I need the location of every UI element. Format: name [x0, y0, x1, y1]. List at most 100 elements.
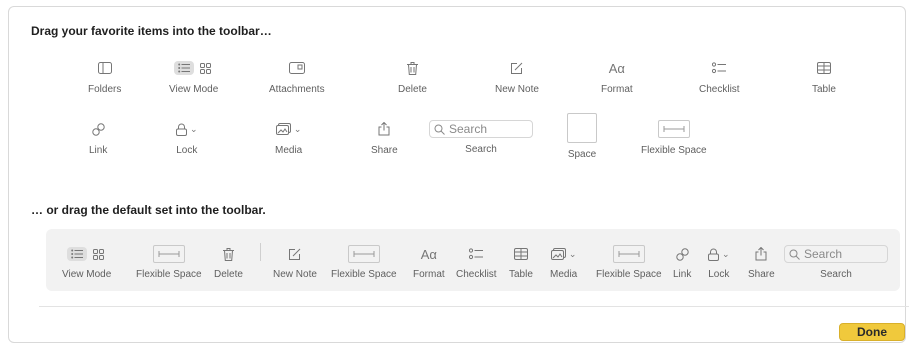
palette-attachments[interactable]: Attachments: [269, 59, 325, 95]
default-flexible-space-1-label: Flexible Space: [136, 269, 202, 280]
default-delete-label: Delete: [214, 269, 243, 280]
default-new-note: New Note: [273, 245, 317, 280]
photo-icon: [275, 123, 291, 135]
palette-flexible-space-label: Flexible Space: [641, 145, 707, 156]
palette-delete-label: Delete: [398, 84, 427, 95]
palette-format[interactable]: Aα Format: [601, 59, 633, 96]
palette-new-note[interactable]: New Note: [495, 59, 539, 95]
default-link-label: Link: [673, 269, 692, 280]
default-table-label: Table: [509, 269, 533, 280]
footer-divider: [39, 306, 909, 307]
palette-folders-label: Folders: [88, 84, 122, 95]
palette-search-label: Search: [465, 144, 497, 155]
default-format: Aα Format: [413, 245, 445, 281]
palette-folders[interactable]: Folders: [88, 59, 121, 95]
default-checklist-label: Checklist: [456, 269, 497, 280]
checklist-icon: [712, 59, 727, 77]
palette-flexible-space[interactable]: Flexible Space: [641, 120, 707, 156]
flexible-space-icon: [657, 120, 690, 138]
chevron-down-icon: ⌄: [568, 248, 577, 259]
palette-view-mode[interactable]: View Mode: [169, 59, 218, 95]
default-flexible-space-3: Flexible Space: [596, 245, 662, 280]
palette-table-label: Table: [812, 84, 836, 95]
done-button[interactable]: Done: [839, 323, 905, 341]
default-link: Link: [673, 245, 691, 280]
default-flexible-space-2: Flexible Space: [331, 245, 397, 280]
flexible-space-icon: [347, 245, 380, 263]
compose-icon: [288, 245, 301, 263]
gallery-view-icon: [197, 61, 214, 76]
palette-view-mode-label: View Mode: [169, 84, 219, 95]
default-toolbar-set[interactable]: View Mode Flexible Space Delete New Note: [46, 229, 900, 291]
default-search-label: Search: [820, 269, 852, 280]
chevron-down-icon: ⌄: [190, 123, 198, 134]
palette-checklist[interactable]: Checklist: [699, 59, 740, 95]
search-field-preview: Search: [429, 120, 533, 138]
palette-search[interactable]: Search Search: [429, 120, 533, 155]
palette-attachments-label: Attachments: [269, 84, 325, 95]
palette-share-label: Share: [371, 145, 398, 156]
default-flexible-space-1: Flexible Space: [136, 245, 202, 280]
default-checklist: Checklist: [456, 245, 497, 280]
format-icon: Aα: [420, 246, 437, 262]
media-menu-icon: ⌄: [275, 120, 302, 138]
default-lock-label: Lock: [708, 269, 730, 280]
palette-table[interactable]: Table: [812, 59, 836, 95]
compose-icon: [510, 59, 523, 77]
palette-link[interactable]: Link: [89, 120, 107, 156]
gallery-view-icon: [90, 247, 107, 262]
link-icon: [91, 120, 106, 138]
default-flexible-space-2-label: Flexible Space: [331, 269, 397, 280]
default-format-label: Format: [413, 269, 445, 280]
list-view-icon: [66, 247, 87, 261]
share-icon: [755, 245, 767, 263]
palette-link-label: Link: [89, 145, 108, 156]
photo-icon: [550, 248, 566, 260]
lock-menu-icon: ⌄: [176, 120, 198, 138]
link-icon: [675, 245, 690, 263]
default-delete: Delete: [214, 245, 243, 280]
search-field-preview: Search: [784, 245, 888, 263]
palette-space-label: Space: [567, 149, 597, 160]
magnifier-icon: [434, 124, 445, 135]
lock-menu-icon: ⌄: [708, 245, 730, 263]
palette-share[interactable]: Share: [371, 120, 398, 156]
view-mode-segmented-icon: [66, 245, 107, 263]
palette-space[interactable]: Space: [567, 113, 597, 160]
search-field: Search: [784, 245, 888, 263]
default-flexible-space-3-label: Flexible Space: [596, 269, 662, 280]
default-share-label: Share: [748, 269, 775, 280]
lock-icon: [176, 123, 187, 136]
default-table: Table: [509, 245, 533, 280]
palette-new-note-label: New Note: [495, 84, 539, 95]
format-icon: Aα: [608, 60, 625, 76]
table-icon: [513, 245, 528, 263]
palette-media-label: Media: [275, 145, 303, 156]
default-media: ⌄ Media: [550, 245, 577, 280]
checklist-icon: [469, 245, 484, 263]
customize-toolbar-sheet: Drag your favorite items into the toolba…: [8, 6, 909, 343]
trash-icon: [406, 59, 418, 77]
trash-icon: [222, 245, 234, 263]
palette-media[interactable]: ⌄ Media: [275, 120, 302, 156]
media-menu-icon: ⌄: [550, 245, 577, 263]
lock-icon: [708, 248, 719, 261]
toolbar-separator: [260, 243, 261, 261]
view-mode-segmented-icon: [173, 59, 214, 77]
space-icon: [567, 113, 597, 143]
default-view-mode: View Mode: [62, 245, 111, 280]
palette-delete[interactable]: Delete: [398, 59, 427, 95]
flexible-space-icon: [612, 245, 645, 263]
default-search: Search Search: [784, 245, 888, 280]
palette-lock[interactable]: ⌄ Lock: [176, 120, 198, 156]
table-icon: [816, 59, 831, 77]
default-lock: ⌄ Lock: [708, 245, 730, 280]
palette-checklist-label: Checklist: [699, 84, 740, 95]
chevron-down-icon: ⌄: [293, 123, 302, 134]
default-media-label: Media: [550, 269, 578, 280]
palette-heading: Drag your favorite items into the toolba…: [31, 24, 272, 38]
default-share: Share: [748, 245, 775, 280]
default-new-note-label: New Note: [273, 269, 317, 280]
chevron-down-icon: ⌄: [722, 248, 730, 259]
magnifier-icon: [789, 249, 800, 260]
